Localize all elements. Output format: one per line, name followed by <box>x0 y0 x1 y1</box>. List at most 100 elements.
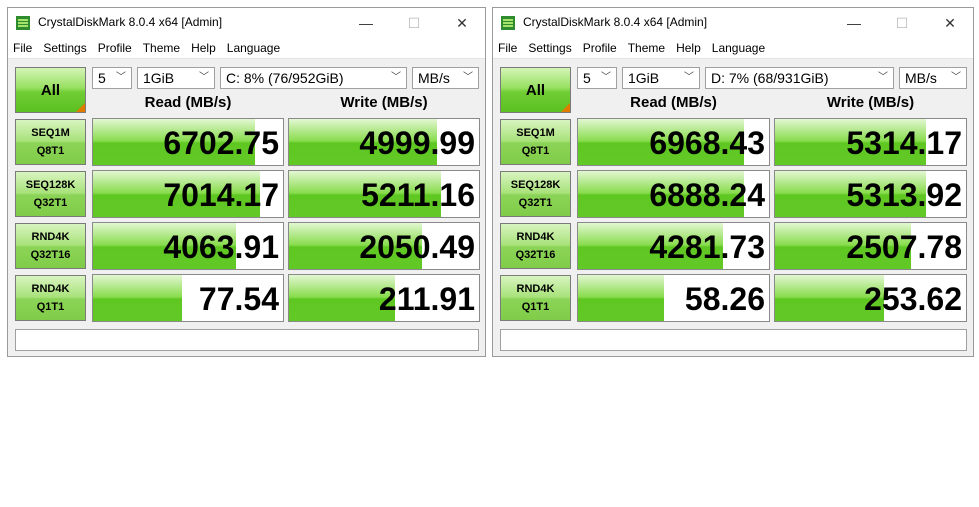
minimize-icon: — <box>847 15 861 31</box>
count-select[interactable]: 5 ﹀ <box>92 67 132 89</box>
cdm-window-d: CrystalDiskMark 8.0.4 x64 [Admin] — ☐ ✕ … <box>492 7 974 357</box>
close-button[interactable]: ✕ <box>927 8 973 38</box>
test-button-seq1m-q8t1[interactable]: SEQ1M Q8T1 <box>500 119 571 165</box>
write-value: 2507.78 <box>846 229 962 265</box>
read-result-seq128k: 7014.17 <box>92 170 284 218</box>
all-button[interactable]: All <box>500 67 571 113</box>
write-value: 211.91 <box>378 281 475 317</box>
count-value: 5 <box>98 70 106 86</box>
write-result-seq1m: 5314.17 <box>774 118 967 166</box>
menu-profile[interactable]: Profile <box>98 41 132 55</box>
menu-file[interactable]: File <box>13 41 32 55</box>
corner-marker <box>561 103 570 112</box>
write-value: 5211.16 <box>361 177 475 213</box>
minimize-button[interactable]: — <box>831 8 877 38</box>
size-select[interactable]: 1GiB ﹀ <box>622 67 700 89</box>
chevron-down-icon: ﹀ <box>684 72 694 83</box>
test-name: RND4K <box>31 283 70 295</box>
size-select[interactable]: 1GiB ﹀ <box>137 67 215 89</box>
write-value: 2050.49 <box>359 229 475 265</box>
test-name: RND4K <box>516 231 555 243</box>
read-value: 4281.73 <box>649 229 765 265</box>
unit-select[interactable]: MB/s ﹀ <box>412 67 479 89</box>
menu-help[interactable]: Help <box>676 41 701 55</box>
write-result-rnd4k-q1t1: 253.62 <box>774 274 967 322</box>
drive-select[interactable]: C: 8% (76/952GiB) ﹀ <box>220 67 407 89</box>
menu-settings[interactable]: Settings <box>528 41 571 55</box>
read-value: 77.54 <box>198 281 279 317</box>
menu-language[interactable]: Language <box>712 41 765 55</box>
drive-value: C: 8% (76/952GiB) <box>226 70 344 86</box>
menu-help[interactable]: Help <box>191 41 216 55</box>
chevron-down-icon: ﹀ <box>463 72 473 83</box>
drive-select[interactable]: D: 7% (68/931GiB) ﹀ <box>705 67 894 89</box>
title-bar[interactable]: CrystalDiskMark 8.0.4 x64 [Admin] — ☐ ✕ <box>493 8 973 38</box>
unit-value: MB/s <box>418 70 450 86</box>
maximize-icon: ☐ <box>895 14 909 31</box>
chevron-down-icon: ﹀ <box>951 72 961 83</box>
close-button[interactable]: ✕ <box>439 8 485 38</box>
maximize-button[interactable]: ☐ <box>879 8 925 38</box>
menu-theme[interactable]: Theme <box>143 41 180 55</box>
test-button-seq1m-q8t1[interactable]: SEQ1M Q8T1 <box>15 119 86 165</box>
count-value: 5 <box>583 70 591 86</box>
test-name: SEQ128K <box>510 179 561 191</box>
chevron-down-icon: ﹀ <box>878 72 888 83</box>
menu-settings[interactable]: Settings <box>43 41 86 55</box>
menu-bar: File Settings Profile Theme Help Languag… <box>8 38 485 59</box>
read-value: 58.26 <box>684 281 765 317</box>
cdm-window-c: CrystalDiskMark 8.0.4 x64 [Admin] — ☐ ✕ … <box>7 7 486 357</box>
write-header: Write (MB/s) <box>340 94 428 111</box>
read-bar <box>93 275 183 321</box>
test-button-rnd4k-q32t16[interactable]: RND4K Q32T16 <box>15 223 86 269</box>
drive-value: D: 7% (68/931GiB) <box>711 70 829 86</box>
read-value: 7014.17 <box>163 177 279 213</box>
menu-file[interactable]: File <box>498 41 517 55</box>
read-value: 6702.75 <box>163 125 279 161</box>
maximize-button[interactable]: ☐ <box>391 8 437 38</box>
read-value: 6888.24 <box>649 177 765 213</box>
chevron-down-icon: ﹀ <box>199 72 209 83</box>
chevron-down-icon: ﹀ <box>391 72 401 83</box>
write-value: 4999.99 <box>359 125 475 161</box>
title-bar[interactable]: CrystalDiskMark 8.0.4 x64 [Admin] — ☐ ✕ <box>8 8 485 38</box>
read-result-seq128k: 6888.24 <box>577 170 770 218</box>
test-button-seq128k-q32t1[interactable]: SEQ128K Q32T1 <box>15 171 86 217</box>
write-result-rnd4k-q32t16: 2050.49 <box>288 222 480 270</box>
comment-field[interactable] <box>15 329 479 351</box>
close-icon: ✕ <box>456 14 468 31</box>
count-select[interactable]: 5 ﹀ <box>577 67 617 89</box>
test-name: SEQ128K <box>25 179 76 191</box>
all-button-label: All <box>525 81 546 99</box>
test-params: Q1T1 <box>36 301 65 313</box>
test-params: Q1T1 <box>521 301 550 313</box>
test-button-rnd4k-q1t1[interactable]: RND4K Q1T1 <box>500 275 571 321</box>
read-result-rnd4k-q1t1: 58.26 <box>577 274 770 322</box>
write-value: 5313.92 <box>846 177 962 213</box>
test-button-rnd4k-q1t1[interactable]: RND4K Q1T1 <box>15 275 86 321</box>
test-params: Q32T16 <box>30 249 71 261</box>
minimize-button[interactable]: — <box>343 8 389 38</box>
test-name: SEQ1M <box>516 127 555 139</box>
menu-profile[interactable]: Profile <box>583 41 617 55</box>
read-result-seq1m: 6968.43 <box>577 118 770 166</box>
test-name: SEQ1M <box>31 127 70 139</box>
size-value: 1GiB <box>143 70 175 86</box>
read-header: Read (MB/s) <box>630 94 717 111</box>
size-value: 1GiB <box>628 70 660 86</box>
comment-field[interactable] <box>500 329 967 351</box>
menu-language[interactable]: Language <box>227 41 280 55</box>
test-button-seq128k-q32t1[interactable]: SEQ128K Q32T1 <box>500 171 571 217</box>
unit-select[interactable]: MB/s ﹀ <box>899 67 967 89</box>
window-title: CrystalDiskMark 8.0.4 x64 [Admin] <box>523 15 708 29</box>
write-result-rnd4k-q1t1: 211.91 <box>288 274 480 322</box>
test-button-rnd4k-q32t16[interactable]: RND4K Q32T16 <box>500 223 571 269</box>
menu-bar: File Settings Profile Theme Help Languag… <box>493 38 973 59</box>
write-value: 5314.17 <box>846 125 962 161</box>
test-name: RND4K <box>31 231 70 243</box>
close-icon: ✕ <box>944 14 956 31</box>
read-value: 4063.91 <box>163 229 279 265</box>
write-value: 253.62 <box>864 281 962 317</box>
all-button[interactable]: All <box>15 67 86 113</box>
menu-theme[interactable]: Theme <box>628 41 665 55</box>
